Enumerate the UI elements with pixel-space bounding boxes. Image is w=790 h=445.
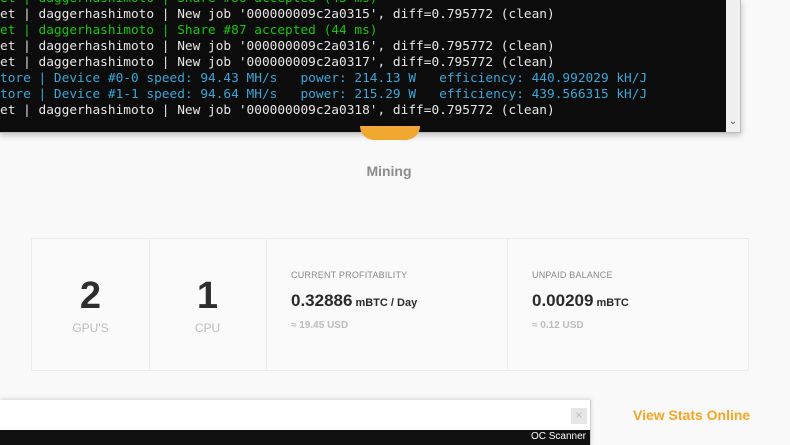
console-line: et | daggerhashimoto | Share #87 accepte…	[0, 23, 378, 38]
profitability-value: 0.32886	[291, 291, 353, 310]
mining-status-icon	[360, 126, 420, 140]
console-line: tore | Device #0-0 speed: 94.43 MH/s pow…	[0, 71, 648, 86]
balance-value: 0.00209	[532, 291, 594, 310]
cpu-count-card: 1 CPU	[149, 239, 267, 370]
console-line: et | daggerhashimoto | New job '00000000…	[0, 103, 555, 118]
cpu-count-label: CPU	[194, 321, 221, 335]
console-output: et | daggerhashimoto | Share #86 accepte…	[0, 0, 726, 119]
gpu-count: 2	[79, 275, 102, 317]
view-stats-online-link[interactable]: View Stats Online	[633, 407, 750, 423]
profitability-usd: ≈ 19.45 USD	[291, 320, 349, 331]
console-line: et | daggerhashimoto | New job '00000000…	[0, 7, 555, 22]
close-icon[interactable]: ×	[571, 408, 587, 424]
mining-status-label: Mining	[366, 163, 412, 179]
console-line: et | daggerhashimoto | New job '00000000…	[0, 39, 555, 54]
profitability-heading: CURRENT PROFITABILITY	[291, 270, 408, 280]
console-line: tore | Device #1-1 speed: 94.64 MH/s pow…	[0, 87, 648, 102]
oc-scanner-title: OC Scanner	[530, 431, 586, 442]
stats-panel: 2 GPU'S 1 CPU CURRENT PROFITABILITY 0.32…	[31, 238, 749, 371]
console-line: et | daggerhashimoto | New job '00000000…	[0, 55, 555, 70]
balance-unit: mBTC	[596, 297, 629, 309]
miner-console-window: et | daggerhashimoto | Share #86 accepte…	[0, 0, 741, 133]
cpu-count: 1	[196, 275, 219, 317]
oc-scanner-titlebar: OC Scanner	[0, 430, 590, 445]
console-scrollbar[interactable]: ⌄	[726, 0, 740, 132]
balance-value-row: 0.00209 mBTC	[532, 291, 629, 311]
balance-heading: UNPAID BALANCE	[532, 270, 613, 280]
gpu-count-card: 2 GPU'S	[32, 239, 150, 370]
unpaid-balance-card: UNPAID BALANCE 0.00209 mBTC ≈ 0.12 USD	[507, 239, 748, 370]
oc-scanner-window: × OC Scanner	[0, 400, 591, 445]
profitability-card: CURRENT PROFITABILITY 0.32886 mBTC / Day …	[266, 239, 508, 370]
scroll-down-icon[interactable]: ⌄	[726, 116, 740, 128]
gpu-count-label: GPU'S	[72, 321, 109, 335]
profitability-value-row: 0.32886 mBTC / Day	[291, 291, 417, 311]
balance-usd: ≈ 0.12 USD	[532, 320, 584, 331]
console-line: et | daggerhashimoto | Share #86 accepte…	[0, 0, 726, 7]
profitability-unit: mBTC / Day	[355, 297, 418, 309]
